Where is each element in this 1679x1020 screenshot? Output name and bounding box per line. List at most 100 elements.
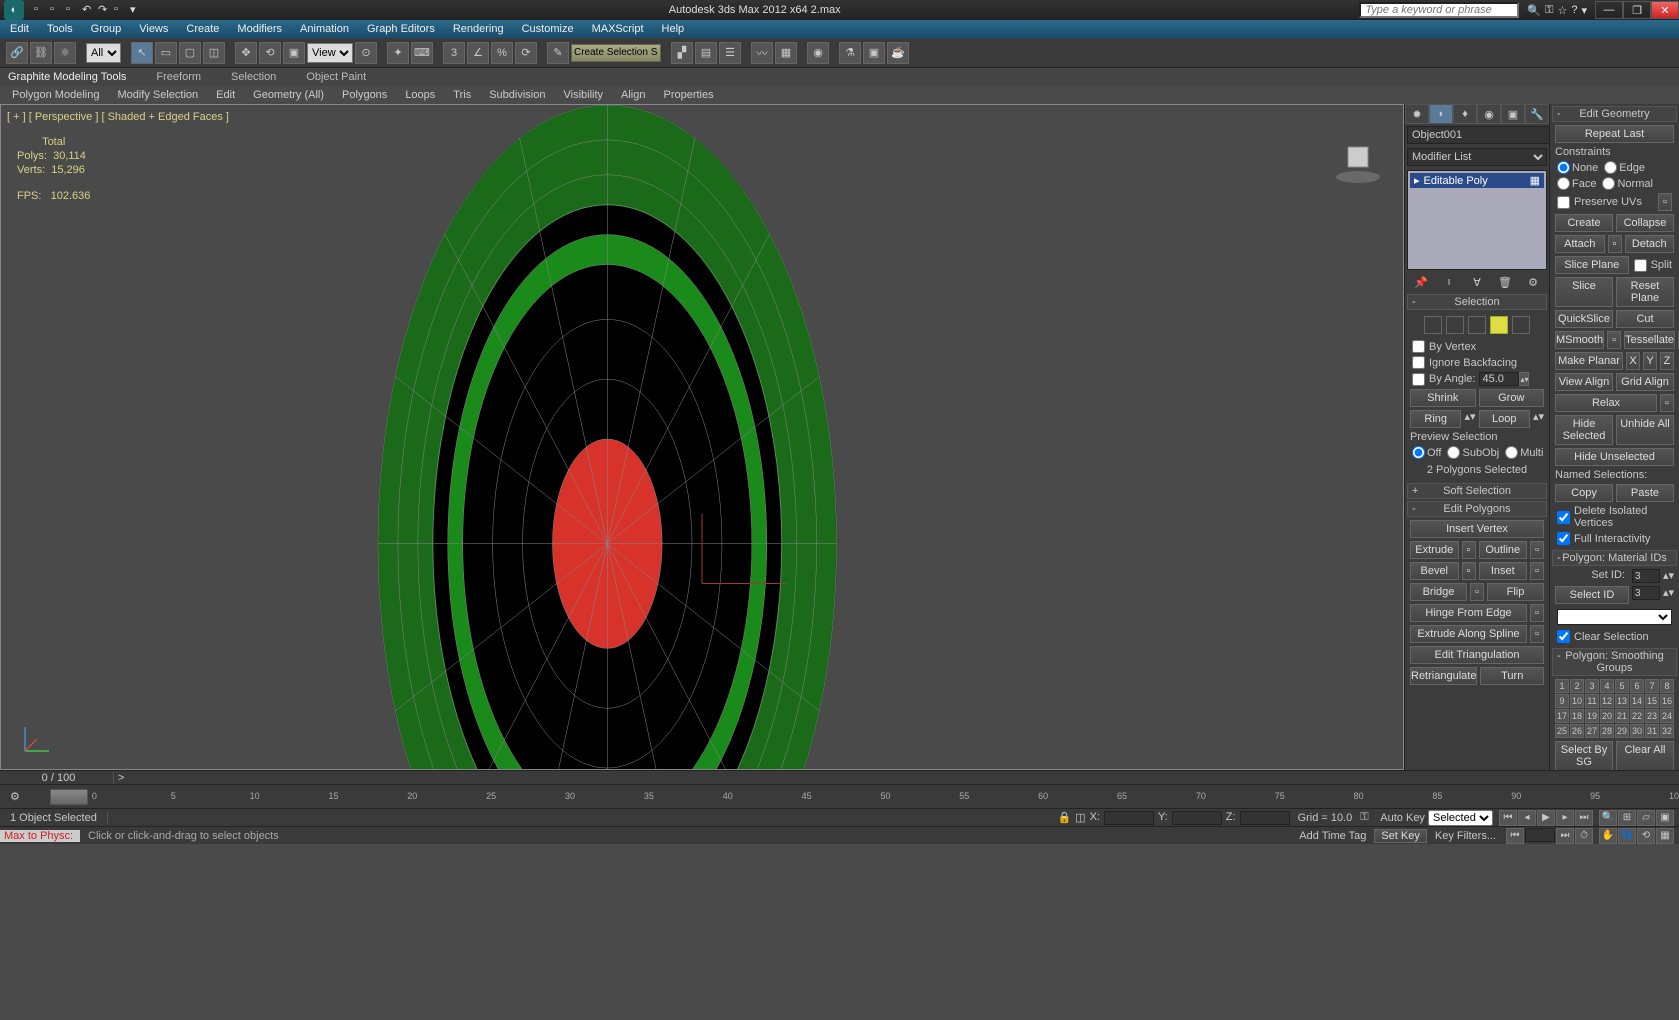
curve-editor-icon[interactable]: 〰 [751, 42, 773, 64]
zoom-icon[interactable]: 🔍 [1599, 810, 1617, 826]
bridge-button[interactable]: Bridge [1410, 583, 1467, 601]
pan-icon[interactable]: ✋ [1599, 828, 1617, 844]
sg-14[interactable]: 14 [1630, 694, 1644, 708]
turn-button[interactable]: Turn [1480, 667, 1544, 685]
sg-27[interactable]: 27 [1585, 724, 1599, 738]
save-icon[interactable]: ▫ [66, 3, 80, 17]
ring-button[interactable]: Ring [1410, 410, 1461, 428]
spinner-snap-icon[interactable]: ⟳ [515, 42, 537, 64]
sg-12[interactable]: 12 [1600, 694, 1614, 708]
select-icon[interactable]: ↖ [131, 42, 153, 64]
cut-button[interactable]: Cut [1616, 310, 1674, 328]
extrude-button[interactable]: Extrude [1410, 541, 1459, 559]
timeline-config-icon[interactable]: ⚙ [10, 790, 20, 803]
select-by-sg-button[interactable]: Select By SG [1555, 741, 1613, 770]
extrude-spline-settings-button[interactable]: ▫ [1530, 625, 1544, 643]
rollout-soft-selection-header[interactable]: Soft Selection [1443, 485, 1511, 497]
stack-toggle-icon[interactable]: ▸ [1414, 174, 1420, 187]
goto-end-icon[interactable]: ⏭ [1575, 810, 1593, 826]
spinner-icon[interactable]: ▴▾ [1519, 372, 1529, 386]
lock-icon[interactable]: 🔒 [1057, 811, 1071, 825]
menu-maxscript[interactable]: MAXScript [592, 23, 644, 35]
preview-off-radio[interactable] [1412, 446, 1425, 459]
rendered-frame-icon[interactable]: ▣ [863, 42, 885, 64]
create-button[interactable]: Create [1555, 214, 1613, 232]
select-id-input[interactable] [1632, 586, 1660, 600]
sg-26[interactable]: 26 [1570, 724, 1584, 738]
set-key-button[interactable]: Set Key [1374, 829, 1427, 843]
menu-animation[interactable]: Animation [300, 23, 349, 35]
layers-icon[interactable]: ☰ [719, 42, 741, 64]
hinge-settings-button[interactable]: ▫ [1530, 604, 1544, 622]
rollout-smoothing-header[interactable]: Polygon: Smoothing Groups [1565, 650, 1663, 674]
preview-multi-radio[interactable] [1505, 446, 1518, 459]
ribbon-geometry-all[interactable]: Geometry (All) [249, 88, 328, 102]
help-icon[interactable]: ? [1571, 4, 1577, 17]
outline-settings-button[interactable]: ▫ [1530, 541, 1544, 559]
sg-32[interactable]: 32 [1660, 724, 1674, 738]
sg-10[interactable]: 10 [1570, 694, 1584, 708]
constraint-face-radio[interactable] [1557, 177, 1570, 190]
full-interactivity-checkbox[interactable] [1557, 532, 1570, 545]
x-input[interactable] [1104, 811, 1154, 825]
named-selection-dropdown[interactable] [571, 44, 661, 62]
bridge-settings-button[interactable]: ▫ [1470, 583, 1484, 601]
maximize-button[interactable]: ❐ [1623, 1, 1651, 19]
window-crossing-icon[interactable]: ◫ [203, 42, 225, 64]
auto-key-button[interactable]: Auto Key [1380, 812, 1425, 824]
hierarchy-tab-icon[interactable]: ♦ [1453, 104, 1477, 124]
loop-button[interactable]: Loop [1479, 410, 1530, 428]
menu-customize[interactable]: Customize [522, 23, 574, 35]
keyboard-shortcut-icon[interactable]: ⌨ [411, 42, 433, 64]
repeat-last-button[interactable]: Repeat Last [1555, 125, 1674, 143]
make-unique-icon[interactable]: ∀ [1469, 274, 1485, 290]
pivot-icon[interactable]: ⊙ [355, 42, 377, 64]
ribbon-tab-object-paint[interactable]: Object Paint [306, 71, 366, 83]
ribbon-modify-selection[interactable]: Modify Selection [113, 88, 202, 102]
grow-button[interactable]: Grow [1479, 389, 1545, 407]
link-icon[interactable]: 🔗 [6, 42, 28, 64]
schematic-view-icon[interactable]: ▦ [775, 42, 797, 64]
close-button[interactable]: ✕ [1651, 1, 1679, 19]
sg-16[interactable]: 16 [1660, 694, 1674, 708]
sg-6[interactable]: 6 [1630, 679, 1644, 693]
sg-21[interactable]: 21 [1615, 709, 1629, 723]
menu-rendering[interactable]: Rendering [453, 23, 504, 35]
rollout-edit-geometry-header[interactable]: Edit Geometry [1579, 108, 1649, 120]
help-search-input[interactable] [1359, 2, 1519, 18]
sg-23[interactable]: 23 [1645, 709, 1659, 723]
maxscript-prompt[interactable]: Max to Physc: [0, 830, 80, 842]
rotate-icon[interactable]: ⟲ [259, 42, 281, 64]
sg-18[interactable]: 18 [1570, 709, 1584, 723]
hinge-button[interactable]: Hinge From Edge [1410, 604, 1527, 622]
key-icon[interactable]: ⚿ [1360, 811, 1380, 824]
shrink-button[interactable]: Shrink [1410, 389, 1476, 407]
sg-22[interactable]: 22 [1630, 709, 1644, 723]
by-angle-checkbox[interactable] [1412, 373, 1425, 386]
zoom-all-icon[interactable]: ⊞ [1618, 810, 1636, 826]
sg-11[interactable]: 11 [1585, 694, 1599, 708]
key-icon[interactable]: ⚿ [1545, 4, 1553, 17]
unhide-all-button[interactable]: Unhide All [1616, 415, 1674, 445]
reset-plane-button[interactable]: Reset Plane [1616, 277, 1674, 307]
render-setup-icon[interactable]: ⚗ [839, 42, 861, 64]
utilities-tab-icon[interactable]: 🔧 [1525, 104, 1549, 124]
menu-group[interactable]: Group [91, 23, 122, 35]
current-frame-input[interactable] [1525, 828, 1555, 842]
retriangulate-button[interactable]: Retriangulate [1410, 667, 1477, 685]
coords-mode-icon[interactable]: ◫ [1075, 811, 1085, 825]
attach-button[interactable]: Attach [1555, 235, 1605, 253]
scale-icon[interactable]: ▣ [283, 42, 305, 64]
sg-4[interactable]: 4 [1600, 679, 1614, 693]
planar-y-button[interactable]: Y [1643, 352, 1657, 370]
next-key-icon[interactable]: ⏭ [1556, 828, 1574, 844]
ribbon-edit[interactable]: Edit [212, 88, 239, 102]
menu-help[interactable]: Help [662, 23, 685, 35]
slice-plane-button[interactable]: Slice Plane [1555, 256, 1629, 274]
tessellate-button[interactable]: Tessellate [1624, 331, 1675, 349]
stack-item-editable-poly[interactable]: Editable Poly [1424, 175, 1488, 187]
unlink-icon[interactable]: ⛓ [30, 42, 52, 64]
constraint-none-radio[interactable] [1557, 161, 1570, 174]
align-icon[interactable]: ▤ [695, 42, 717, 64]
subobj-element-icon[interactable] [1512, 316, 1530, 334]
